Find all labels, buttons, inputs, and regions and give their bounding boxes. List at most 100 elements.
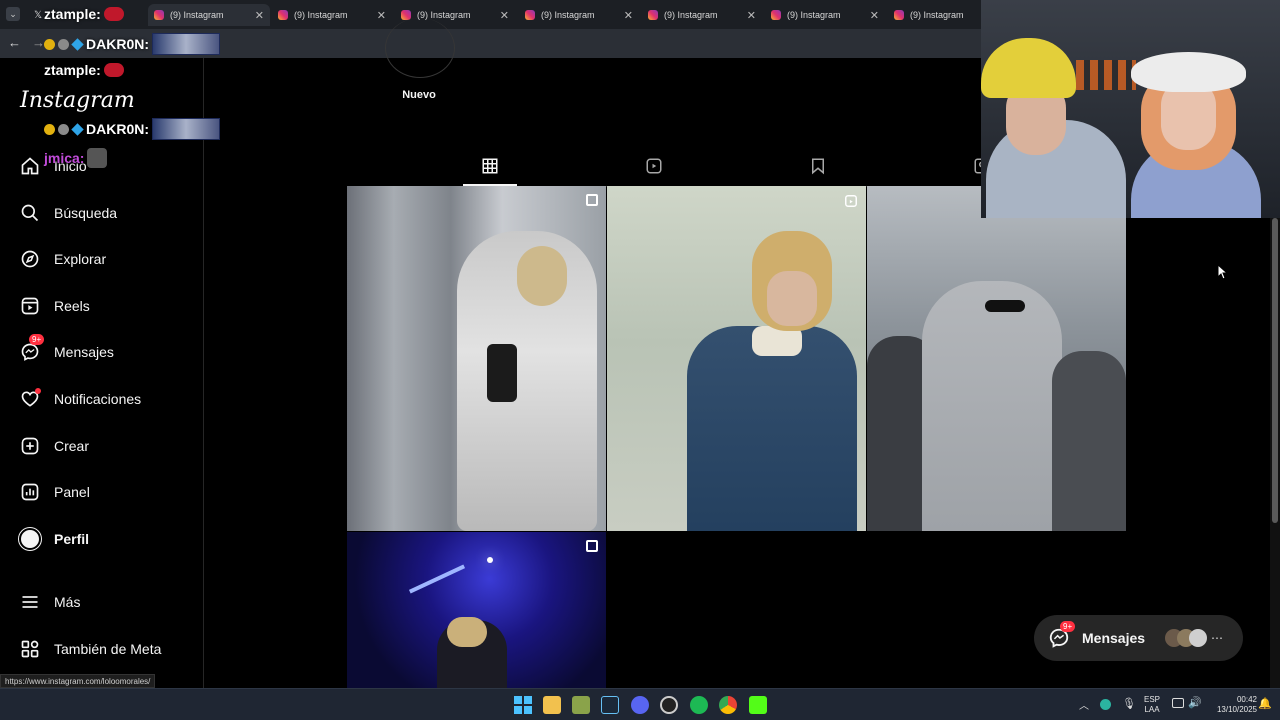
chat-message: jmica: <box>44 148 108 168</box>
close-tab-icon[interactable]: ✕ <box>377 9 386 22</box>
network-icon[interactable] <box>1172 698 1184 708</box>
messages-floating-button[interactable]: 9+ Mensajes ⋯ <box>1034 615 1243 661</box>
language-indicator[interactable]: ESP LAA <box>1142 695 1162 715</box>
sidebar-item-notificaciones[interactable]: Notificaciones <box>18 384 198 414</box>
grid-icon <box>482 158 498 174</box>
notification-bell-icon[interactable]: 🔔 <box>1258 697 1272 710</box>
tab-list-dropdown[interactable]: ⌄ <box>6 7 20 21</box>
tray-app-icon[interactable] <box>1100 699 1111 710</box>
post-thumbnail-elevator-selfie[interactable] <box>347 186 606 531</box>
sidebar-item-label: Búsqueda <box>54 205 118 221</box>
tab-saved[interactable] <box>791 152 845 180</box>
browser-tab-instagram[interactable]: (9) Instagram ✕ <box>765 4 885 26</box>
chat-message: ztample: <box>44 62 124 78</box>
sidebar-item-panel[interactable]: Panel <box>18 477 198 507</box>
tab-reels[interactable] <box>627 152 681 180</box>
sidebar-item-mensajes[interactable]: 9+ Mensajes <box>18 334 198 367</box>
notification-badge: 9+ <box>29 334 45 345</box>
browser-tab-strip: ⌄ 𝕏 (9) Instagram ✕ (9) Instagram ✕ (9) … <box>0 0 982 29</box>
hair <box>517 246 567 306</box>
instagram-favicon-icon <box>648 10 658 20</box>
multi-post-icon <box>586 540 598 552</box>
search-icon <box>18 201 42 225</box>
close-tab-icon[interactable]: ✕ <box>500 9 509 22</box>
compass-icon <box>18 247 42 271</box>
spotify-icon[interactable] <box>690 696 708 714</box>
app-icon[interactable] <box>572 696 590 714</box>
browser-tab-instagram[interactable]: (9) Instagram ✕ <box>519 4 639 26</box>
stage-light-beam <box>487 557 493 563</box>
steam-icon[interactable] <box>601 696 619 714</box>
post-thumbnail-denim-jacket[interactable] <box>607 186 866 531</box>
sidebar-item-perfil[interactable]: Perfil <box>18 524 198 554</box>
post-thumbnail-stage-lights[interactable] <box>347 532 606 688</box>
center-figure <box>922 281 1062 531</box>
discord-icon[interactable] <box>631 696 649 714</box>
meta-apps-icon <box>18 637 42 661</box>
scrollbar-thumb[interactable] <box>1272 218 1278 523</box>
reels-icon <box>18 294 42 318</box>
highlight-new-circle[interactable] <box>385 18 455 78</box>
badge-icon <box>71 122 84 136</box>
sidebar-item-label: Crear <box>54 438 90 454</box>
file-explorer-icon[interactable] <box>543 696 561 714</box>
clock[interactable]: 00:42 13/10/2025 <box>1205 695 1257 715</box>
gif-emote-icon <box>152 118 220 140</box>
chat-message: ztample: <box>44 6 124 22</box>
sidebar-item-label: Explorar <box>54 251 107 267</box>
tray-overflow-chevron-icon[interactable]: ︿ <box>1079 697 1089 712</box>
back-arrow-icon[interactable]: ← <box>8 35 21 50</box>
close-tab-icon[interactable]: ✕ <box>870 9 879 22</box>
performer-hair <box>447 617 487 647</box>
highlight-new-label: Nuevo <box>402 89 436 101</box>
chat-message: DAKR0N: <box>44 33 220 55</box>
post-thumbnail-group-hoodies[interactable] <box>867 186 1126 531</box>
plus-square-icon <box>18 434 42 458</box>
start-windows-icon[interactable] <box>514 696 532 714</box>
kick-icon[interactable] <box>749 696 767 714</box>
chart-icon <box>18 480 42 504</box>
browser-tab-instagram[interactable]: (9) Instagram ✕ <box>642 4 762 26</box>
tab-posts[interactable] <box>463 152 517 180</box>
lips-emote-icon <box>103 63 124 77</box>
badge-icon <box>58 38 69 50</box>
chrome-icon[interactable] <box>719 696 737 714</box>
browser-tab-instagram-active[interactable]: (9) Instagram ✕ <box>148 4 270 26</box>
sidebar-item-reels[interactable]: Reels <box>18 291 198 321</box>
sidebar-item-tambien-de-meta[interactable]: También de Meta <box>18 634 198 664</box>
close-tab-icon[interactable]: ✕ <box>747 9 756 22</box>
obs-icon[interactable] <box>660 696 678 714</box>
browser-tab-instagram[interactable]: (9) Instagram <box>888 4 980 26</box>
sidebar-item-label: Perfil <box>54 531 90 547</box>
sidebar-item-crear[interactable]: Crear <box>18 431 198 461</box>
gif-emote-icon <box>152 33 220 55</box>
decorations <box>1076 60 1136 90</box>
sidebar-item-label: Más <box>54 594 81 610</box>
right-figure <box>1052 351 1126 531</box>
home-icon <box>18 154 42 178</box>
x-logo-icon: 𝕏 <box>34 9 43 21</box>
sidebar-item-label: Reels <box>54 298 90 314</box>
instagram-logo[interactable]: Instagram <box>20 88 135 113</box>
badge-icon <box>71 37 84 51</box>
close-tab-icon[interactable]: ✕ <box>624 9 633 22</box>
sidebar-item-busqueda[interactable]: Búsqueda <box>18 198 198 228</box>
reel-post-icon <box>845 195 857 207</box>
microphone-icon[interactable]: 🎙 <box>1122 697 1136 710</box>
phone <box>487 344 517 402</box>
creature-emote-icon <box>87 148 108 168</box>
badge-icon <box>58 123 69 135</box>
browser-tab-instagram[interactable]: (9) Instagram ✕ <box>272 4 392 26</box>
sidebar-item-label: También de Meta <box>54 641 162 657</box>
messenger-icon: 9+ <box>18 334 45 364</box>
bookmark-icon <box>812 158 824 175</box>
sidebar-item-label: Panel <box>54 484 90 500</box>
volume-icon[interactable]: 🔊 <box>1188 696 1202 709</box>
face <box>767 271 817 326</box>
instagram-favicon-icon <box>525 10 535 20</box>
close-tab-icon[interactable]: ✕ <box>255 9 264 22</box>
sidebar-item-explorar[interactable]: Explorar <box>18 244 198 274</box>
mouse-cursor-icon <box>1218 265 1228 280</box>
sidebar-item-mas[interactable]: Más <box>18 587 198 617</box>
link-status-url: https://www.instagram.com/loloomorales/ <box>0 674 156 688</box>
